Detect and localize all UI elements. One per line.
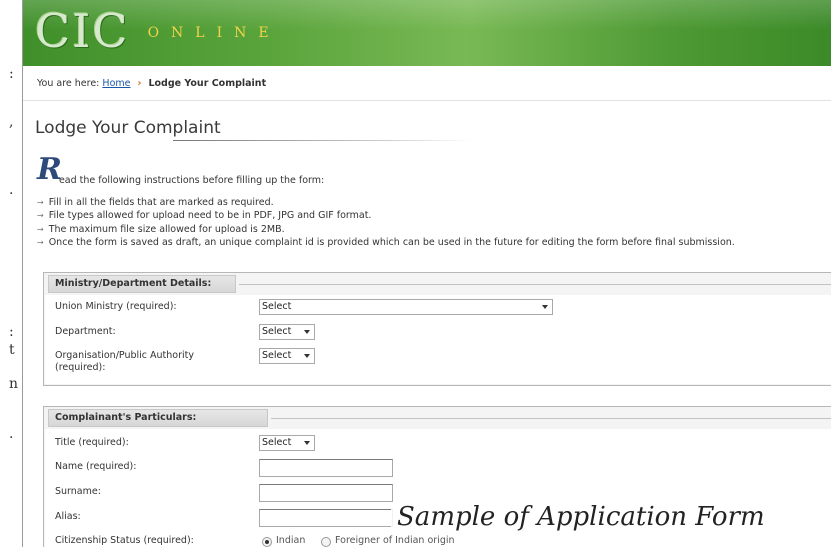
site-header: CIC ONLINE: [23, 0, 831, 66]
organisation-label: Organisation/Public Authority (required)…: [55, 350, 194, 374]
title-underline: [173, 140, 473, 141]
instruction-item: → Fill in all the fields that are marked …: [37, 196, 735, 209]
organisation-label-line2: (required):: [55, 362, 106, 373]
breadcrumb-separator-icon: ›: [137, 78, 142, 89]
page-title: Lodge Your Complaint: [35, 118, 221, 138]
title-label: Title (required):: [55, 437, 129, 448]
site-logo[interactable]: CIC ONLINE: [35, 4, 281, 58]
union-ministry-select[interactable]: Select: [259, 299, 553, 315]
margin-char: .: [9, 426, 14, 442]
image-caption: Sample of Application Form: [391, 502, 771, 532]
instruction-text: Once the form is saved as draft, an uniq…: [48, 237, 735, 249]
arrow-bullet-icon: →: [37, 224, 44, 234]
instruction-item: → File types allowed for upload need to b…: [37, 209, 735, 222]
section-rule: [239, 284, 831, 285]
section-rule: [271, 418, 831, 419]
alias-label: Alias:: [55, 511, 81, 522]
margin-char: n: [9, 376, 19, 392]
margin-char: :: [9, 324, 14, 340]
alias-input[interactable]: [259, 509, 393, 527]
union-ministry-label: Union Ministry (required):: [55, 301, 177, 312]
instruction-text: File types allowed for upload need to be…: [48, 210, 372, 222]
section-title: Complainant's Particulars:: [48, 409, 268, 427]
intro-line: Read the following instructions before f…: [37, 152, 325, 187]
section-title: Ministry/Department Details:: [48, 275, 236, 293]
organisation-select[interactable]: Select: [259, 348, 315, 364]
logo-sub-text: ONLINE: [147, 25, 281, 41]
title-select[interactable]: Select: [259, 435, 315, 451]
department-select[interactable]: Select: [259, 324, 315, 340]
margin-char: t: [9, 342, 15, 358]
instruction-text: Fill in all the fields that are marked a…: [48, 197, 274, 208]
chevron-down-icon: [304, 441, 310, 445]
arrow-bullet-icon: →: [37, 198, 44, 207]
chevron-down-icon: [542, 305, 548, 309]
name-input[interactable]: [259, 459, 393, 477]
citizenship-indian-label: Indian: [276, 535, 306, 546]
chevron-down-icon: [304, 354, 310, 358]
intro-text: ead the following instructions before fi…: [58, 175, 325, 186]
organisation-label-line1: Organisation/Public Authority: [55, 350, 195, 361]
logo-main-text: CIC: [35, 4, 130, 58]
department-value: Select: [262, 326, 292, 337]
instruction-text: The maximum file size allowed for upload…: [48, 223, 285, 235]
citizenship-foreigner-radio[interactable]: [321, 537, 331, 547]
margin-char: :: [9, 66, 14, 82]
breadcrumb-prefix: You are here:: [37, 78, 100, 89]
margin-char: ,: [9, 114, 14, 130]
left-margin-strip: : , . : t n .: [0, 0, 22, 547]
instructions-list: → Fill in all the fields that are marked …: [37, 196, 735, 250]
instruction-item: → Once the form is saved as draft, an uni…: [37, 236, 735, 249]
title-value: Select: [262, 437, 292, 448]
citizenship-label: Citizenship Status (required):: [55, 535, 194, 546]
surname-input[interactable]: [259, 484, 393, 502]
surname-label: Surname:: [55, 486, 101, 497]
breadcrumb-home-link[interactable]: Home: [102, 78, 130, 89]
breadcrumb: You are here: Home › Lodge Your Complain…: [23, 66, 831, 101]
section-body: Union Ministry (required): Select Depart…: [45, 295, 831, 384]
department-label: Department:: [55, 326, 116, 337]
citizenship-indian-radio[interactable]: [262, 537, 272, 547]
chevron-down-icon: [304, 330, 310, 334]
instruction-item: → The maximum file size allowed for uploa…: [37, 223, 735, 236]
union-ministry-value: Select: [262, 301, 292, 312]
arrow-bullet-icon: →: [37, 238, 44, 248]
organisation-value: Select: [262, 350, 292, 361]
ministry-department-section: Ministry/Department Details: Union Minis…: [43, 272, 831, 386]
citizenship-foreigner-label: Foreigner of Indian origin: [335, 535, 455, 546]
margin-char: .: [9, 182, 14, 198]
arrow-bullet-icon: →: [37, 211, 44, 221]
browser-page: CIC ONLINE You are here: Home › Lodge Yo…: [22, 0, 831, 547]
name-label: Name (required):: [55, 461, 137, 472]
breadcrumb-current: Lodge Your Complaint: [148, 78, 267, 89]
